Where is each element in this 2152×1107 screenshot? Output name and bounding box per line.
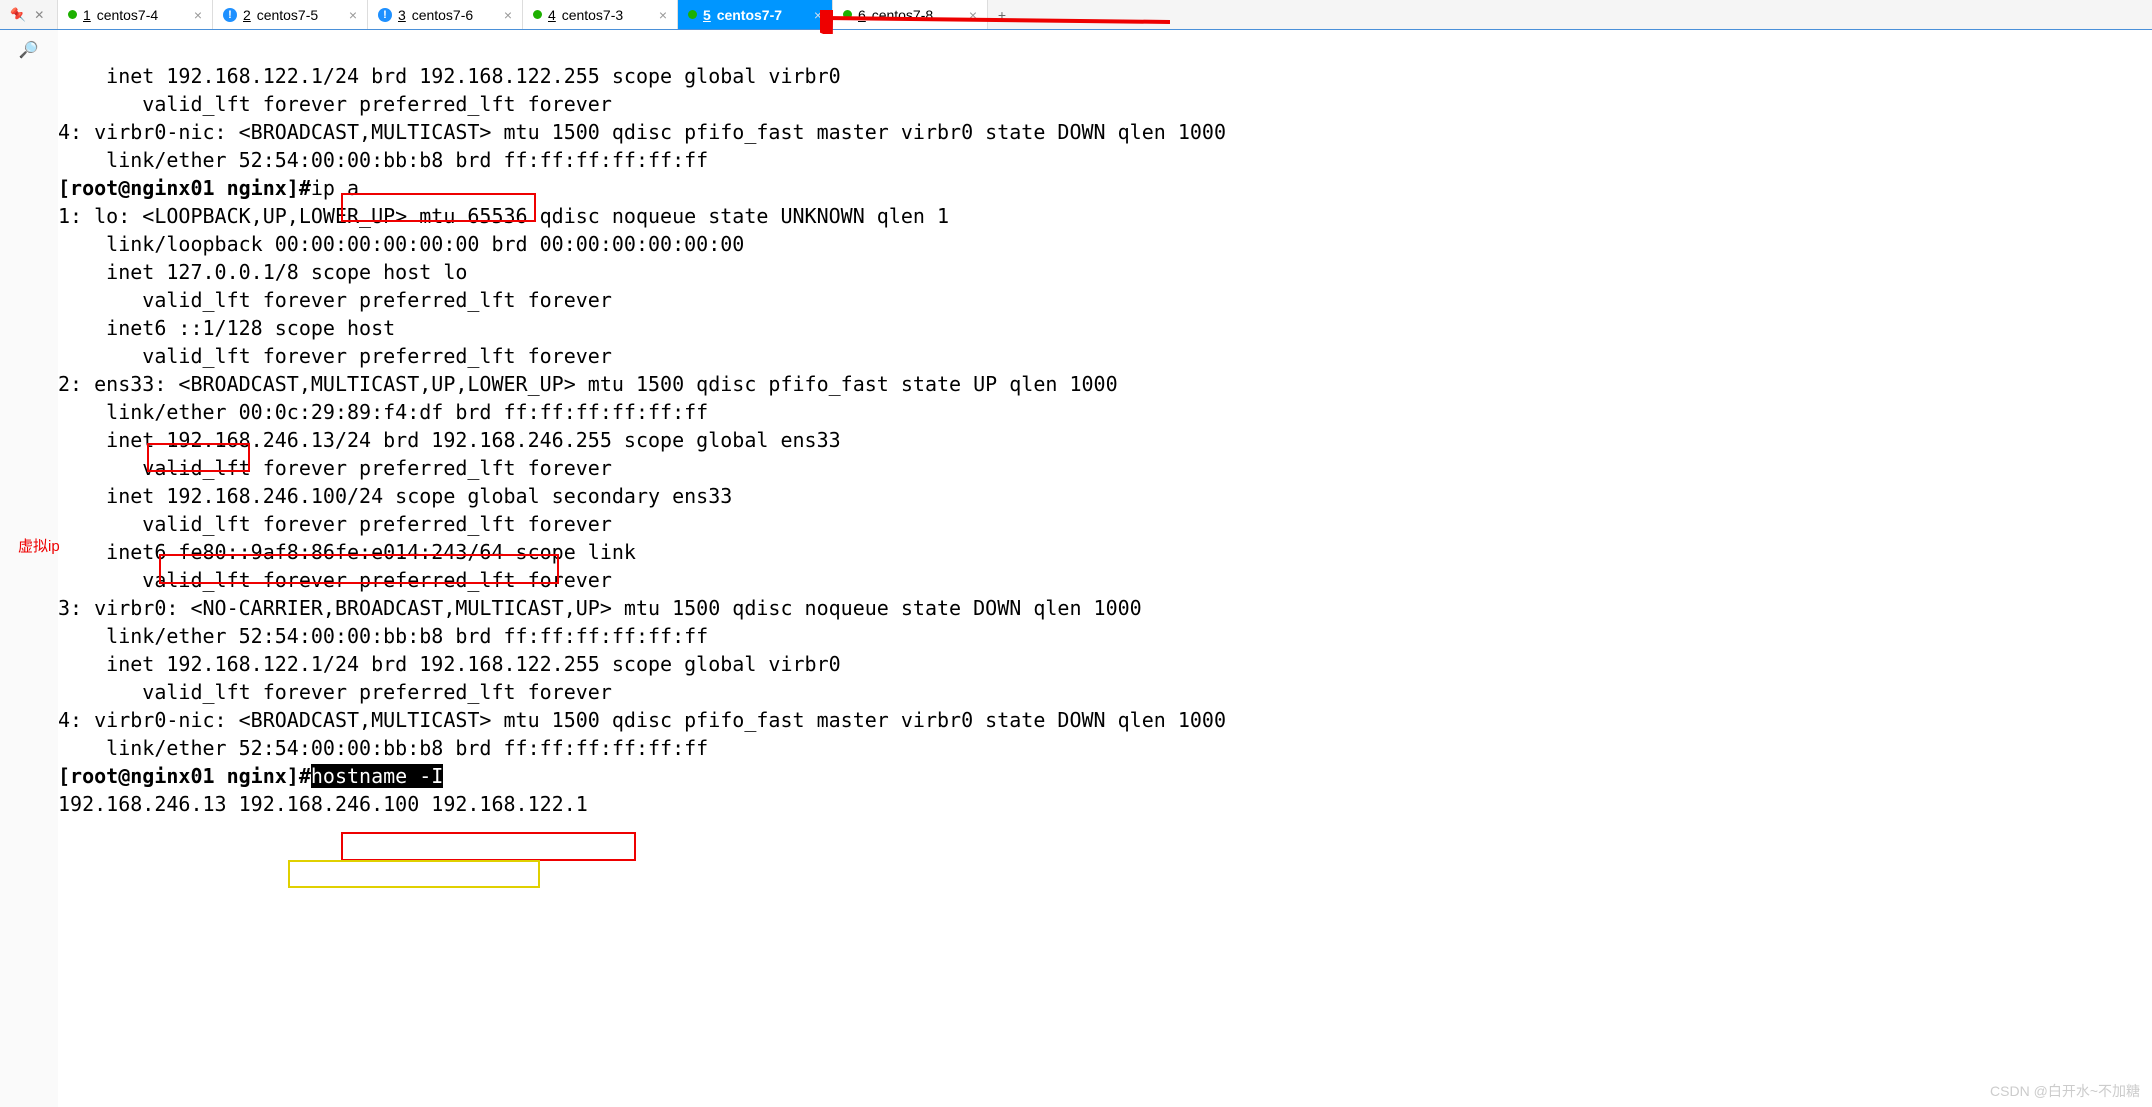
tab-index: 5 [703, 7, 711, 23]
tab-3[interactable]: ! 3 centos7-6 × [368, 0, 523, 29]
output-line: valid_lft forever preferred_lft forever [58, 344, 612, 368]
shell-prompt: [root@nginx01 nginx]# [58, 764, 311, 788]
annotation-box-ens33 [147, 443, 250, 472]
tab-5-active[interactable]: 5 centos7-7 × [678, 0, 833, 29]
output-line: 192.168.246.13 192.168.246.100 192.168.1… [58, 792, 600, 816]
tab-4[interactable]: 4 centos7-3 × [523, 0, 678, 29]
tab-label: centos7-7 [717, 7, 782, 23]
tab-1[interactable]: 1 centos7-4 × [58, 0, 213, 29]
annotation-box-hostname [341, 832, 636, 861]
tab-index: 2 [243, 7, 251, 23]
tab-2[interactable]: ! 2 centos7-5 × [213, 0, 368, 29]
tab-bar: 📌 ✕ 1 centos7-4 × ! 2 centos7-5 × ! 3 ce… [0, 0, 2152, 30]
output-line: link/loopback 00:00:00:00:00:00 brd 00:0… [58, 232, 744, 256]
annotation-label: 虚拟ip [18, 535, 60, 556]
status-dot-icon [843, 10, 852, 19]
close-icon[interactable]: × [659, 7, 667, 23]
command-text: hostname -I [311, 764, 443, 788]
terminal-output[interactable]: inet 192.168.122.1/24 brd 192.168.122.25… [58, 30, 2152, 958]
output-line: inet 192.168.122.1/24 brd 192.168.122.25… [58, 652, 841, 676]
output-line: 4: virbr0-nic: <BROADCAST,MULTICAST> mtu… [58, 120, 1226, 144]
close-icon[interactable]: × [349, 7, 357, 23]
tab-label: centos7-3 [562, 7, 623, 23]
tab-index: 1 [83, 7, 91, 23]
tab-label: centos7-6 [412, 7, 473, 23]
status-dot-icon [688, 10, 697, 19]
tab-6[interactable]: 6 centos7-8 × [833, 0, 988, 29]
output-line: inet 127.0.0.1/8 scope host lo [58, 260, 467, 284]
watermark: CSDN @白开水~不加糖 [1990, 1081, 2140, 1101]
output-line: 2: ens33: <BROADCAST,MULTICAST,UP,LOWER_… [58, 372, 1118, 396]
sidebar: 🔍 [0, 30, 58, 1107]
tab-label: centos7-8 [872, 7, 933, 23]
output-line: valid_lft forever preferred_lft forever [58, 92, 612, 116]
search-icon[interactable]: 🔍 [19, 40, 39, 59]
tab-index: 4 [548, 7, 556, 23]
output-line: valid_lft forever preferred_lft forever [58, 680, 612, 704]
close-icon[interactable]: × [969, 7, 977, 23]
output-line: inet 192.168.246.100/24 scope global sec… [58, 484, 732, 508]
tab-index: 6 [858, 7, 866, 23]
annotation-box-result [288, 860, 540, 888]
output-line: link/ether 52:54:00:00:bb:b8 brd ff:ff:f… [58, 736, 708, 760]
output-line: 3: virbr0: <NO-CARRIER,BROADCAST,MULTICA… [58, 596, 1142, 620]
alert-icon: ! [378, 8, 392, 22]
status-dot-icon [533, 10, 542, 19]
tab-index: 3 [398, 7, 406, 23]
new-tab-button[interactable]: + [988, 0, 1016, 29]
pin-area: 📌 ✕ [0, 0, 58, 29]
annotation-box-vip [159, 554, 559, 584]
output-line: 4: virbr0-nic: <BROADCAST,MULTICAST> mtu… [58, 708, 1226, 732]
alert-icon: ! [223, 8, 237, 22]
output-line: link/ether 52:54:00:00:bb:b8 brd ff:ff:f… [58, 624, 708, 648]
output-line: valid_lft forever preferred_lft forever [58, 456, 612, 480]
close-icon[interactable]: × [814, 7, 822, 23]
output-line: link/ether 00:0c:29:89:f4:df brd ff:ff:f… [58, 400, 708, 424]
close-icon[interactable]: × [194, 7, 202, 23]
close-all-icon[interactable]: ✕ [34, 8, 44, 22]
output-line: inet6 ::1/128 scope host [58, 316, 407, 340]
annotation-box-ipcmd [341, 193, 536, 222]
output-line: inet 192.168.122.1/24 brd 192.168.122.25… [58, 64, 841, 88]
status-dot-icon [68, 10, 77, 19]
tab-label: centos7-5 [257, 7, 318, 23]
shell-prompt: [root@nginx01 nginx]# [58, 176, 311, 200]
output-line: valid_lft forever preferred_lft forever [58, 512, 612, 536]
tab-label: centos7-4 [97, 7, 158, 23]
output-line: valid_lft forever preferred_lft forever [58, 288, 612, 312]
pin-icon[interactable]: 📌 [10, 7, 26, 23]
output-line: link/ether 52:54:00:00:bb:b8 brd ff:ff:f… [58, 148, 708, 172]
close-icon[interactable]: × [504, 7, 512, 23]
